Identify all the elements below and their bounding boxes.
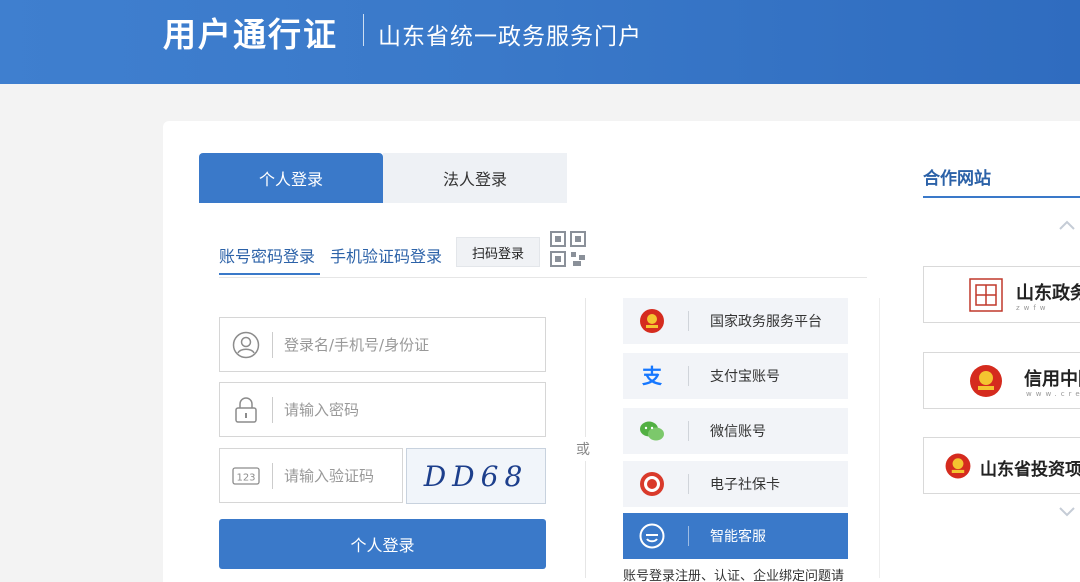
alt-login-label: 电子社保卡 [710, 477, 780, 493]
verification-code-icon: 123 [232, 467, 260, 485]
captcha-field: 123 [219, 448, 403, 503]
wechat-icon [640, 421, 664, 441]
chat-bot-icon [639, 523, 665, 549]
portal-title: 山东省统一政务服务门户 [378, 24, 642, 50]
national-emblem-icon [970, 365, 1002, 397]
shandong-seal-icon [969, 278, 1003, 312]
alt-divider [688, 366, 689, 386]
wechat-login[interactable]: 微信账号 [623, 408, 848, 454]
alt-login-label: 支付宝账号 [710, 369, 780, 385]
partner-shandong-gov[interactable]: 山东政务 zwfw [923, 266, 1080, 323]
field-divider [272, 332, 273, 358]
svg-text:123: 123 [236, 473, 255, 484]
alt-divider [688, 526, 689, 546]
user-icon [232, 331, 260, 359]
alt-login-label: 微信账号 [710, 424, 766, 440]
alt-divider [688, 474, 689, 494]
smart-customer-service[interactable]: 智能客服 [623, 513, 848, 559]
alt-divider [688, 421, 689, 441]
alipay-icon: 支 [642, 364, 663, 388]
chevron-down-icon[interactable] [1057, 505, 1077, 519]
partner-title-underline [923, 196, 1080, 198]
site-header: 用户通行证 山东省统一政务服务门户 [0, 0, 1080, 84]
partner-name: 山东省投资项 [980, 460, 1080, 480]
qr-code-icon[interactable] [550, 231, 586, 267]
tab-personal-login[interactable]: 个人登录 [199, 153, 383, 203]
partner-sites-title: 合作网站 [923, 169, 991, 189]
username-field [219, 317, 546, 372]
active-method-underline [219, 273, 320, 275]
alt-login-label: 国家政务服务平台 [710, 314, 822, 330]
site-brand: 用户通行证 [163, 15, 338, 54]
alipay-login[interactable]: 支 支付宝账号 [623, 353, 848, 399]
partner-url: www.cre [1026, 390, 1080, 398]
header-separator [363, 14, 364, 46]
svg-text:支: 支 [642, 364, 663, 388]
alt-login-label: 智能客服 [710, 529, 766, 545]
help-note: 账号登录注册、认证、企业绑定问题请 [623, 569, 845, 582]
partner-url: zwfw [1016, 304, 1050, 312]
alt-divider [688, 311, 689, 331]
partner-name: 信用中国 [1024, 369, 1080, 390]
partner-credit-china[interactable]: 信用中国 www.cre [923, 352, 1080, 409]
password-input[interactable] [284, 393, 534, 427]
lock-icon [235, 397, 257, 423]
tab-qr-login[interactable]: 扫码登录 [456, 237, 540, 267]
partner-shandong-investment[interactable]: 山东省投资项 [923, 437, 1080, 494]
chevron-up-icon[interactable] [1057, 218, 1077, 232]
tab-sms-login[interactable]: 手机验证码登录 [330, 243, 442, 267]
captcha-input[interactable] [284, 459, 394, 493]
social-security-login[interactable]: 电子社保卡 [623, 461, 848, 507]
password-field [219, 382, 546, 437]
national-emblem-icon [945, 453, 971, 479]
or-label: 或 [576, 437, 590, 461]
method-divider [219, 277, 867, 278]
field-divider [272, 463, 273, 489]
partner-name: 山东政务 [1016, 283, 1080, 304]
national-platform-login[interactable]: 国家政务服务平台 [623, 298, 848, 344]
field-divider [272, 397, 273, 423]
personal-login-button[interactable]: 个人登录 [219, 519, 546, 569]
username-input[interactable] [284, 328, 534, 362]
captcha-image[interactable]: DD68 [406, 448, 546, 504]
right-divider [879, 298, 880, 578]
tab-legal-login[interactable]: 法人登录 [383, 153, 567, 203]
national-emblem-icon [640, 309, 664, 333]
tab-password-login[interactable]: 账号密码登录 [219, 243, 315, 267]
social-security-icon [640, 472, 664, 496]
